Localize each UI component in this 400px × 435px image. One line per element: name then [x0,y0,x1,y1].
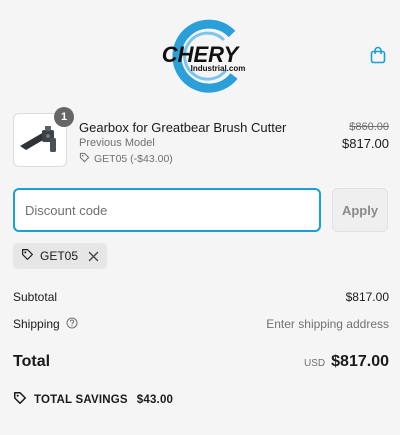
apply-button[interactable]: Apply [332,188,388,232]
applied-discount-chip: GET05 [13,243,108,269]
total-label: Total [13,353,51,370]
total-value: $817.00 [331,353,389,370]
shopping-bag-icon [369,46,387,69]
close-icon [88,251,99,261]
savings-amount: $43.00 [136,393,174,406]
subtotal-value: $817.00 [345,290,389,304]
product-title: Gearbox for Greatbear Brush Cutter [79,120,287,135]
shipping-label: Shipping [13,317,60,331]
item-price: $817.00 [342,136,389,151]
shipping-value: Enter shipping address [266,317,389,331]
brand-logo[interactable]: CHERY Industrial.com [148,18,252,94]
shipping-row: Shipping Enter shipping address [13,316,389,332]
cart-button[interactable] [367,46,389,68]
item-discount-label: GET05 (-$43.00) [94,153,173,165]
tag-icon [13,391,27,408]
line-item: 1 Gearbox for Greatbear Brush Cutter Pre… [13,107,389,169]
discount-code-input[interactable] [13,188,321,232]
help-icon[interactable] [66,317,78,332]
currency-code: USD [304,358,326,369]
header: CHERY Industrial.com [0,0,400,100]
total-savings: TOTAL SAVINGS $43.00 [13,391,173,408]
remove-discount-button[interactable] [88,251,99,262]
logo-subtext: Industrial.com [191,64,246,73]
item-discount: GET05 (-$43.00) [79,152,173,166]
subtotal-row: Subtotal $817.00 [13,289,389,305]
tag-icon [79,152,90,166]
quantity-badge: 1 [54,107,74,127]
savings-label: TOTAL SAVINGS [34,393,128,406]
tag-icon [21,248,34,264]
applied-code-label: GET05 [40,249,79,263]
subtotal-label: Subtotal [13,290,58,304]
product-variant: Previous Model [79,137,155,149]
total-row: Total USD $817.00 [13,351,389,373]
compare-price: $860.00 [349,121,389,133]
